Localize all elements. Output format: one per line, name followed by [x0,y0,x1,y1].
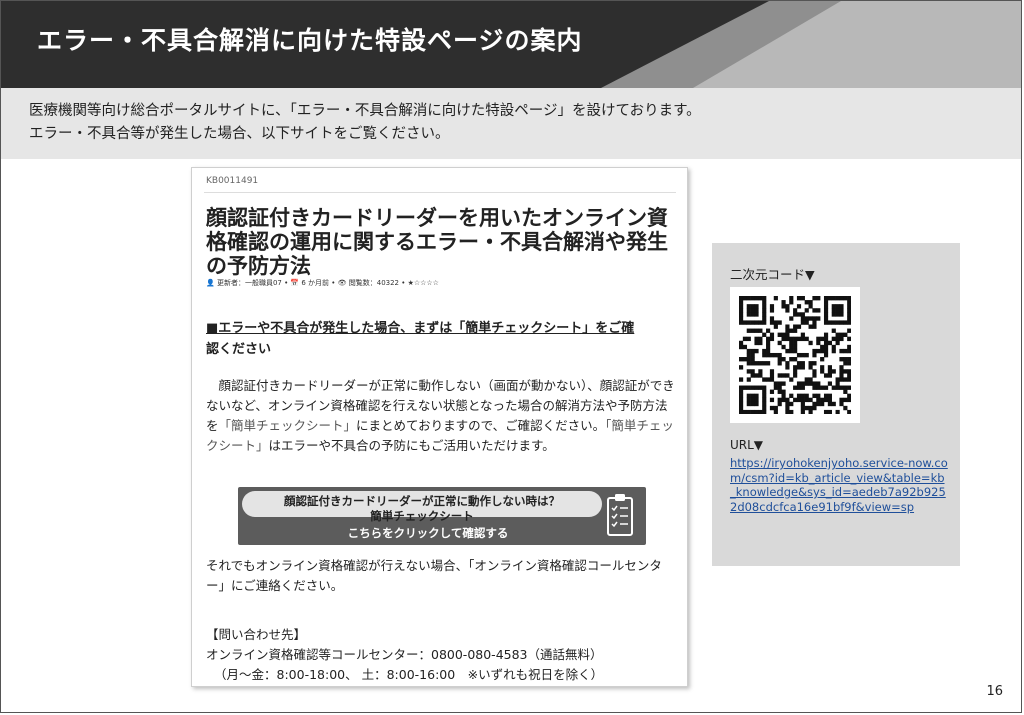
section-heading: ■エラーや不具合が発生した場合、まずは「簡単チェックシート」をご確 認ください [206,318,676,360]
divider [204,192,676,193]
section-heading-underlined: ■エラーや不具合が発生した場合、まずは「簡単チェックシート」をご確 [206,321,635,336]
section-heading-rest: 認ください [206,342,272,357]
qr-url-panel: 二次元コード▼ URL▼ https://iryohokenjyoho.serv… [712,243,960,566]
slide-header: エラー・不具合解消に向けた特設ページの案内 [1,1,1021,88]
contact-heading: 【問い合わせ先】 [206,627,307,642]
qr-code-label: 二次元コード▼ [730,267,815,282]
article-meta: 👤 更新者：一般職員07 • 📅 6 か月前 • 👁 閲覧数：40322 • ★… [206,279,439,287]
check-sheet-link-1[interactable]: 「簡単チェックシート」 [219,418,357,433]
article-title: 顔認証付きカードリーダーを用いたオンライン資格確認の運用に関するエラー・不具合解… [206,206,668,278]
body-text-3: はエラーや不具合の予防にもご活用いただけます。 [268,438,555,453]
slide-title: エラー・不具合解消に向けた特設ページの案内 [37,26,583,55]
clipboard-checklist-icon [607,494,633,536]
qr-code-icon [739,296,851,414]
url-label: URL▼ [730,438,764,452]
kb-article-id: KB0011491 [206,176,259,186]
contact-phone: オンライン資格確認等コールセンター：0800-080-4583（通話無料） [206,647,603,662]
check-sheet-button-line-2: 簡単チェックシート [370,509,474,523]
check-sheet-button[interactable]: 顔認証付きカードリーダーが正常に動作しない時は？ 簡単チェックシート こちらをク… [238,487,646,545]
article-body: 顔認証付きカードリーダーが正常に動作しない（画面が動かない）、顔認証ができないな… [206,376,676,456]
check-sheet-button-label-pill: 顔認証付きカードリーダーが正常に動作しない時は？ 簡単チェックシート [242,491,602,523]
intro-line-2: エラー・不具合等が発生した場合、以下サイトをご覧ください。 [29,126,450,142]
body-text-2: にまとめておりますので、ご確認ください。 [356,418,606,433]
slide: エラー・不具合解消に向けた特設ページの案内 医療機関等向け総合ポータルサイトに、… [0,0,1022,713]
portal-url-link[interactable]: https://iryohokenjyoho.service-now.com/c… [730,456,950,514]
check-sheet-button-line-3: こちらをクリックして確認する [347,526,509,540]
qr-code [730,287,860,423]
page-number: 16 [986,684,1003,699]
intro-line-1: 医療機関等向け総合ポータルサイトに、「エラー・不具合解消に向けた特設ページ」を設… [29,103,701,119]
fallback-instruction: それでもオンライン資格確認が行えない場合、「オンライン資格確認コールセンター」に… [206,558,662,593]
contact-hours: （月～金：8:00-18:00、 土：8:00-16:00 ※いずれも祝日を除く… [214,667,604,682]
intro-band: 医療機関等向け総合ポータルサイトに、「エラー・不具合解消に向けた特設ページ」を設… [1,88,1021,159]
check-sheet-button-line-1: 顔認証付きカードリーダーが正常に動作しない時は？ [284,494,560,508]
kb-article-screenshot: KB0011491 顔認証付きカードリーダーを用いたオンライン資格確認の運用に関… [191,167,688,687]
